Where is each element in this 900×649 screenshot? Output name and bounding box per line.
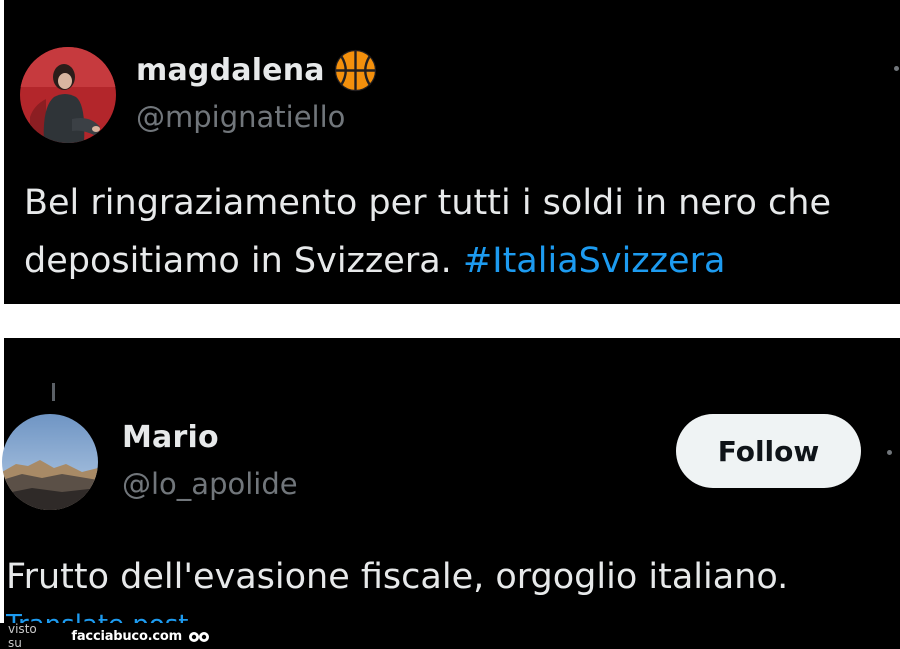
handle[interactable]: @mpignatiello	[136, 100, 345, 134]
avatar[interactable]	[20, 47, 116, 143]
screenshot-collage: magdalena @mpignatiello Bel ringraziamen…	[0, 0, 900, 649]
tweet-card-1: magdalena @mpignatiello Bel ringraziamen…	[4, 0, 900, 304]
tweet-text: Bel ringraziamento per tutti i soldi in …	[24, 174, 874, 290]
display-name[interactable]: magdalena	[136, 53, 325, 88]
more-options-icon[interactable]	[887, 450, 892, 455]
watermark-site: facciabuco.com	[71, 628, 182, 644]
avatar[interactable]	[2, 414, 98, 510]
basketball-icon	[333, 48, 378, 93]
watermark: visto su facciabuco.com	[0, 622, 210, 649]
follow-button[interactable]: Follow	[676, 414, 861, 488]
hashtag-link[interactable]: #ItaliaSvizzera	[463, 241, 725, 281]
more-options-icon[interactable]	[894, 66, 899, 71]
watermark-prefix: visto su	[8, 622, 37, 649]
display-name[interactable]: Mario	[122, 420, 219, 455]
eyes-logo-icon	[188, 629, 210, 643]
tweet-text: Frutto dell'evasione fiscale, orgoglio i…	[6, 557, 789, 597]
handle[interactable]: @lo_apolide	[122, 467, 298, 501]
thread-connector-line	[52, 383, 55, 401]
